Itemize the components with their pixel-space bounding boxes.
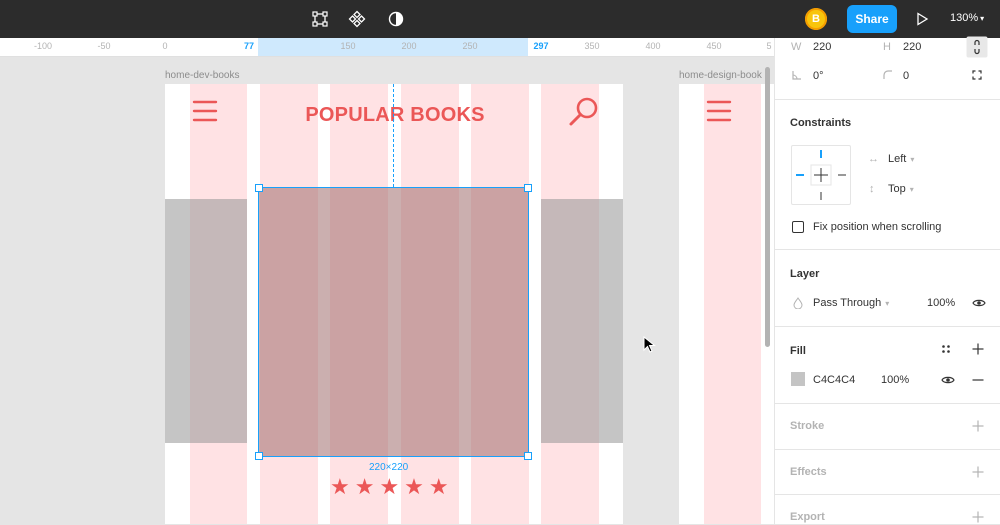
design-canvas[interactable]: home-dev-books home-design-book POPULAR … [0,57,774,524]
header-title[interactable]: POPULAR BOOKS [305,104,485,127]
frame-home-design-book[interactable] [679,84,774,524]
effects-title: Effects [790,466,827,478]
remove-fill-minus-icon[interactable] [972,374,984,386]
ruler-selection-range [258,38,528,56]
corner-radius-input[interactable]: 0 [903,70,909,82]
zoom-value: 130% [950,12,979,24]
add-fill-plus-icon[interactable] [972,343,984,355]
ruler-tick: 350 [584,41,600,51]
layer-title: Layer [790,268,820,280]
component-icon[interactable] [346,8,368,30]
frame-tool-icon[interactable] [309,8,331,30]
rating-stars[interactable]: ★★★★★ [330,474,454,500]
resize-handle-bottom-left[interactable] [255,452,263,460]
eye-icon[interactable] [972,298,986,308]
chevron-down-icon: ▾ [980,14,985,23]
fix-position-label: Fix position when scrolling [813,221,942,233]
rotation-icon [792,71,801,80]
frame-label-home-design-book[interactable]: home-design-book [679,70,762,81]
horizontal-ruler: -100 -50 0 77 150 200 250 297 350 400 45… [0,38,774,57]
contrast-icon[interactable] [385,8,407,30]
search-icon[interactable] [568,96,600,128]
resize-handle-bottom-right[interactable] [524,452,532,460]
ruler-tick: 200 [401,41,417,51]
user-avatar[interactable]: B [805,8,827,30]
ruler-tick: 5 [766,41,772,51]
constraints-title: Constraints [790,117,852,129]
vertical-scrollbar[interactable] [765,67,770,347]
ruler-tick: 150 [340,41,356,51]
present-play-icon[interactable] [914,11,930,27]
ruler-tick: 250 [462,41,478,51]
export-section: Export [775,494,1000,525]
blend-mode-value: Pass Through [813,297,882,309]
frame-label-home-dev-books[interactable]: home-dev-books [165,70,239,81]
effects-section: Effects [775,449,1000,495]
vertical-constraint-icon: ↕ [869,183,875,195]
selected-rectangle[interactable] [258,187,529,457]
height-label: H [883,41,891,53]
zoom-dropdown[interactable]: 130% ▾ [950,12,984,24]
ruler-tick: 0 [162,41,168,51]
chevron-down-icon: ▾ [885,299,890,308]
fix-position-checkbox[interactable] [792,221,804,233]
top-toolbar: B Share 130% ▾ [0,0,1000,38]
width-label: W [791,41,802,53]
width-input[interactable]: 220 [813,41,831,53]
ruler-tick: 400 [645,41,661,51]
rotation-input[interactable]: 0° [813,70,824,82]
stroke-title: Stroke [790,420,825,432]
add-stroke-plus-icon[interactable] [972,420,984,432]
selection-size-label: 220×220 [369,462,409,473]
blend-mode-drop-icon [793,297,803,309]
resize-handle-top-right[interactable] [524,184,532,192]
blend-mode-dropdown[interactable]: Pass Through ▾ [813,297,889,309]
vertical-constraint-value: Top [888,183,906,195]
layer-section: Layer [775,249,1000,327]
resize-handle-top-left[interactable] [255,184,263,192]
fill-opacity-input[interactable]: 100% [881,374,909,386]
add-export-plus-icon[interactable] [972,511,984,523]
height-input[interactable]: 220 [903,41,921,53]
ruler-tick: -50 [97,41,111,51]
hamburger-menu-icon[interactable] [706,99,732,123]
chevron-down-icon: ▾ [909,185,914,194]
ruler-tick: -100 [33,41,53,51]
independent-corners-icon[interactable] [972,70,982,80]
fill-color-swatch[interactable] [791,372,805,386]
vertical-constraint-dropdown[interactable]: Top ▾ [888,183,914,195]
stroke-section: Stroke [775,403,1000,450]
book-cover-placeholder-left[interactable] [165,199,247,443]
fill-title: Fill [790,345,806,357]
constrain-proportions-icon[interactable] [966,36,988,58]
center-measure-guide [393,84,394,187]
mouse-pointer-icon [643,336,656,353]
book-cover-placeholder-right[interactable] [541,199,623,443]
properties-panel: W 220 H 220 0° 0 Constraints ↔ Left ▾ ↕ T… [774,36,1000,525]
horizontal-constraint-value: Left [888,153,907,165]
share-button[interactable]: Share [847,5,897,33]
ruler-tick-selection-start: 77 [243,41,255,51]
add-effect-plus-icon[interactable] [972,466,984,478]
corner-radius-icon [883,70,892,79]
layer-opacity-input[interactable]: 100% [927,297,955,309]
ruler-tick: 450 [706,41,722,51]
hamburger-menu-icon[interactable] [192,99,218,123]
chevron-down-icon: ▾ [910,155,915,164]
horizontal-constraint-dropdown[interactable]: Left ▾ [888,153,914,165]
ruler-tick-selection-end: 297 [533,41,549,51]
eye-icon[interactable] [941,375,955,385]
export-title: Export [790,511,825,523]
layout-grid-column [704,84,761,524]
horizontal-constraint-icon: ↔ [868,153,879,165]
constraint-widget[interactable] [791,145,851,205]
fill-hex-input[interactable]: C4C4C4 [813,374,855,386]
styles-grid-icon[interactable] [941,344,951,354]
